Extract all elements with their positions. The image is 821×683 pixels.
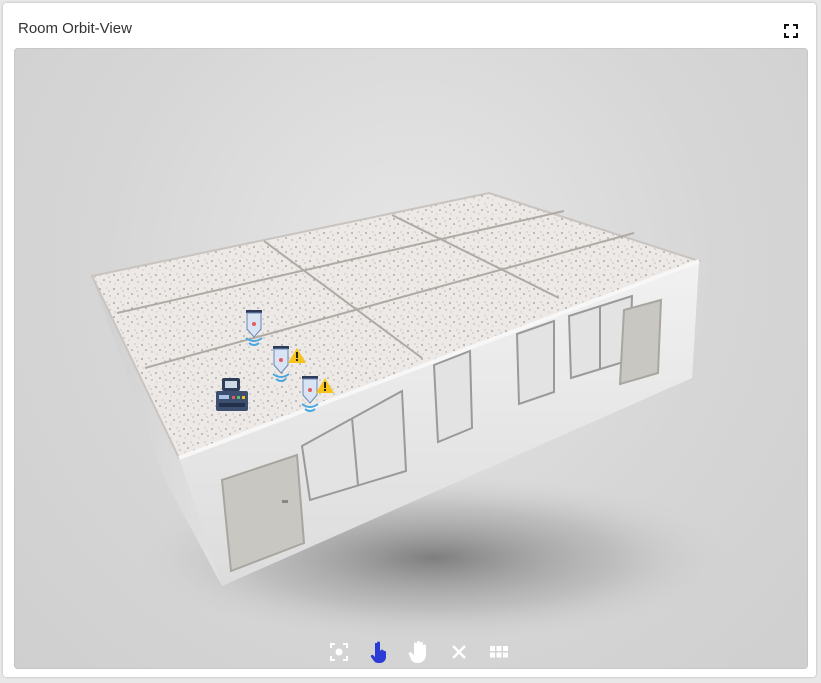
door-right (618, 298, 663, 386)
viewport-toolbar (319, 638, 519, 666)
fullscreen-icon[interactable] (783, 23, 799, 39)
card-title: Room Orbit-View (18, 20, 132, 37)
door-handle (282, 500, 288, 503)
pointer-hand-icon[interactable] (359, 638, 399, 666)
grid-icon[interactable] (479, 638, 519, 666)
window-3 (515, 319, 555, 406)
close-icon[interactable] (439, 638, 479, 666)
hand-icon[interactable] (399, 638, 439, 666)
room-orbit-view-card: Room Orbit-View (3, 3, 816, 677)
focus-icon[interactable] (319, 638, 359, 666)
window-2 (432, 349, 474, 444)
room-model[interactable] (14, 48, 808, 669)
3d-viewport[interactable] (14, 48, 808, 669)
